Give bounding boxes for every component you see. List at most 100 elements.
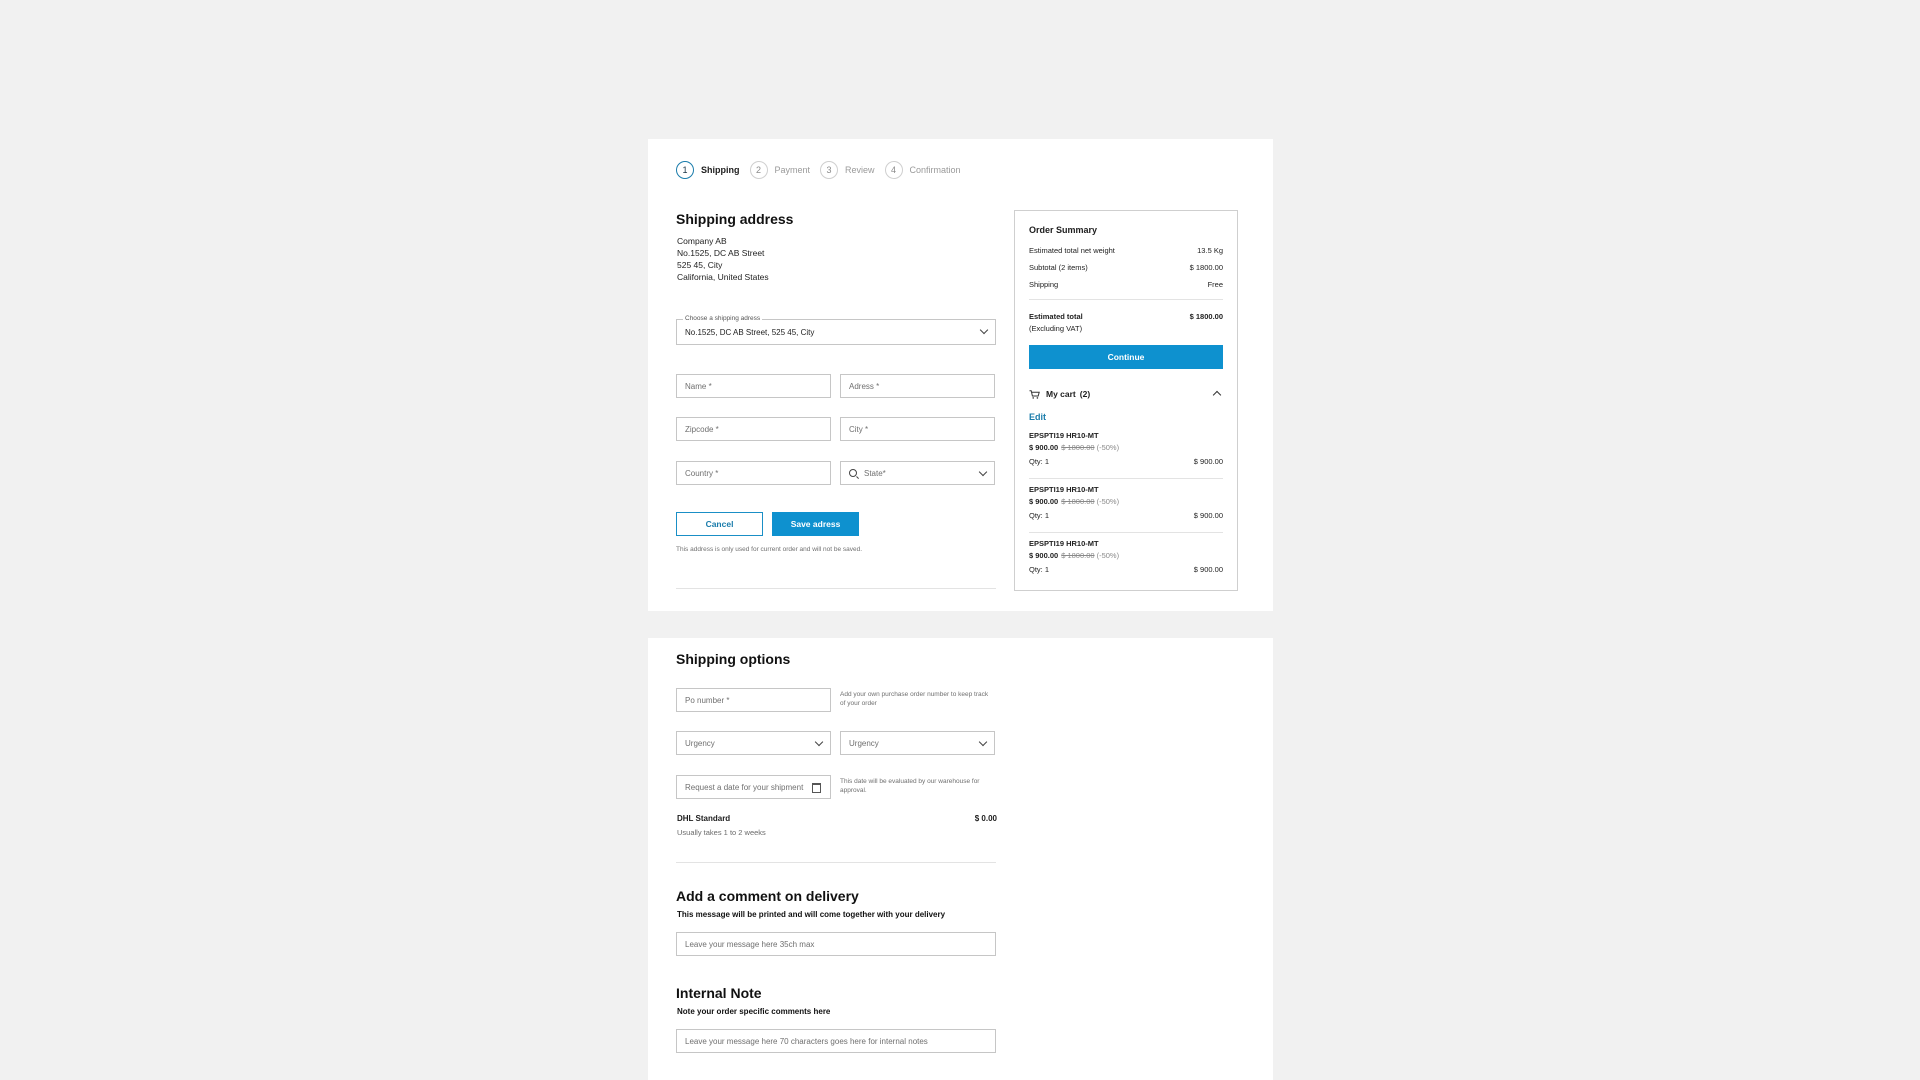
- address-note: This address is only used for current or…: [676, 546, 863, 553]
- my-cart-toggle[interactable]: My cart (2): [1029, 389, 1223, 400]
- order-summary: Order Summary Estimated total net weight…: [1014, 210, 1238, 591]
- city-field[interactable]: City *: [840, 417, 995, 441]
- item-divider: [1029, 478, 1223, 479]
- item-price-line: $ 900.00 $ 1800.00 (-50%): [1029, 443, 1223, 452]
- address-line: No.1525, DC AB Street: [677, 248, 765, 258]
- calendar-icon: [812, 783, 821, 793]
- chevron-down-icon: [814, 737, 824, 747]
- row-value: 13.5 Kg: [1197, 246, 1223, 255]
- item-line-total: $ 900.00: [1193, 565, 1223, 574]
- chevron-up-icon: [1212, 390, 1222, 400]
- summary-divider: [1029, 299, 1223, 300]
- row-value: $ 1800.00: [1189, 263, 1223, 272]
- step-label: Review: [845, 165, 875, 175]
- total-value: $ 1800.00: [1189, 312, 1223, 321]
- step-number: 4: [884, 161, 903, 179]
- chevron-down-icon: [978, 737, 988, 747]
- shipping-address-select[interactable]: Choose a shipping adress No.1525, DC AB …: [676, 315, 996, 345]
- address-placeholder: Adress *: [849, 381, 880, 391]
- select-value: No.1525, DC AB Street, 525 45, City: [685, 327, 815, 337]
- item-discount: (-50%): [1096, 443, 1120, 452]
- chevron-down-icon: [979, 325, 989, 335]
- po-placeholder: Po number *: [685, 695, 730, 705]
- edit-cart-link[interactable]: Edit: [1029, 412, 1046, 422]
- summary-total: Estimated total $ 1800.00: [1029, 312, 1223, 321]
- delivery-comment-input[interactable]: Leave your message here 35ch max: [676, 932, 996, 956]
- step-label: Confirmation: [909, 165, 961, 175]
- item-discount: (-50%): [1096, 497, 1120, 506]
- section-divider: [676, 588, 996, 589]
- save-address-button[interactable]: Save adress: [772, 512, 859, 536]
- continue-button[interactable]: Continue: [1029, 345, 1223, 369]
- item-price: $ 900.00: [1029, 497, 1059, 506]
- row-value: Free: [1207, 280, 1223, 289]
- item-discount: (-50%): [1096, 551, 1120, 560]
- step-payment[interactable]: 2 Payment: [749, 161, 810, 179]
- item-qty-line: Qty: 1 $ 900.00: [1029, 565, 1223, 574]
- item-old-price: $ 1800.00: [1061, 443, 1095, 452]
- shipping-address-title: Shipping address: [676, 211, 794, 227]
- item-price-line: $ 900.00 $ 1800.00 (-50%): [1029, 551, 1223, 560]
- urgency-select-2[interactable]: Urgency: [840, 731, 995, 755]
- item-qty: Qty: 1: [1029, 511, 1050, 520]
- item-price-line: $ 900.00 $ 1800.00 (-50%): [1029, 497, 1223, 506]
- step-number: 3: [820, 161, 839, 179]
- po-number-field[interactable]: Po number *: [676, 688, 831, 712]
- delivery-comment-placeholder: Leave your message here 35ch max: [685, 939, 815, 949]
- step-confirmation[interactable]: 4 Confirmation: [884, 161, 961, 179]
- cart-count: (2): [1079, 389, 1091, 399]
- select-label: Choose a shipping adress: [683, 315, 763, 322]
- summary-row-subtotal: Subtotal (2 items) $ 1800.00: [1029, 263, 1223, 272]
- state-select[interactable]: State*: [840, 461, 995, 485]
- item-name: EPSPTI19 HR10-MT: [1029, 539, 1099, 548]
- item-qty-line: Qty: 1 $ 900.00: [1029, 511, 1223, 520]
- checkout-stepper: 1 Shipping 2 Payment 3 Review 4 Confirma…: [676, 161, 971, 179]
- step-shipping[interactable]: 1 Shipping: [676, 161, 740, 179]
- cart-icon: [1029, 390, 1040, 399]
- step-number: 1: [676, 161, 694, 179]
- carrier-name: DHL Standard: [677, 814, 731, 823]
- cart-label: My cart: [1046, 389, 1076, 399]
- total-subtext: (Excluding VAT): [1029, 324, 1083, 333]
- current-address: Company AB No.1525, DC AB Street 525 45,…: [677, 235, 769, 283]
- address-line: Company AB: [677, 236, 727, 246]
- shipment-date-field[interactable]: Request a date for your shipment: [676, 775, 831, 799]
- item-line-total: $ 900.00: [1193, 457, 1223, 466]
- address-field[interactable]: Adress *: [840, 374, 995, 398]
- row-label: Estimated total net weight: [1029, 246, 1115, 255]
- item-name: EPSPTI19 HR10-MT: [1029, 485, 1099, 494]
- row-label: Subtotal (2 items): [1029, 263, 1088, 272]
- carrier-description: Usually takes 1 to 2 weeks: [677, 828, 766, 837]
- state-placeholder: State*: [864, 468, 886, 478]
- item-price: $ 900.00: [1029, 551, 1059, 560]
- row-label: Shipping: [1029, 280, 1059, 289]
- item-qty: Qty: 1: [1029, 565, 1050, 574]
- country-field[interactable]: Country *: [676, 461, 831, 485]
- checkout-panel: 1 Shipping 2 Payment 3 Review 4 Confirma…: [648, 139, 1273, 611]
- step-review[interactable]: 3 Review: [820, 161, 875, 179]
- date-note: This date will be evaluated by our wareh…: [840, 778, 980, 794]
- zipcode-placeholder: Zipcode *: [685, 424, 719, 434]
- section-divider: [676, 862, 996, 863]
- item-old-price: $ 1800.00: [1061, 551, 1095, 560]
- city-placeholder: City *: [849, 424, 869, 434]
- cart-item: EPSPTI19 HR10-MT $ 900.00 $ 1800.00 (-50%)…: [1029, 431, 1223, 466]
- urgency-select-1[interactable]: Urgency: [676, 731, 831, 755]
- carrier-price: $ 0.00: [974, 814, 997, 823]
- urgency-placeholder: Urgency: [849, 738, 879, 748]
- country-placeholder: Country *: [685, 468, 719, 478]
- name-placeholder: Name *: [685, 381, 712, 391]
- internal-note-input[interactable]: Leave your message here 70 characters go…: [676, 1029, 996, 1053]
- zipcode-field[interactable]: Zipcode *: [676, 417, 831, 441]
- summary-row-shipping: Shipping Free: [1029, 280, 1223, 289]
- date-placeholder: Request a date for your shipment: [685, 782, 804, 792]
- urgency-placeholder: Urgency: [685, 738, 715, 748]
- chevron-down-icon: [978, 467, 988, 477]
- search-icon: [849, 469, 857, 477]
- shipping-options-panel: Shipping options Po number * Add your ow…: [648, 638, 1273, 1080]
- name-field[interactable]: Name *: [676, 374, 831, 398]
- item-name: EPSPTI19 HR10-MT: [1029, 431, 1099, 440]
- po-note: Add your own purchase order number to ke…: [840, 691, 989, 707]
- cancel-button[interactable]: Cancel: [676, 512, 763, 536]
- item-divider: [1029, 532, 1223, 533]
